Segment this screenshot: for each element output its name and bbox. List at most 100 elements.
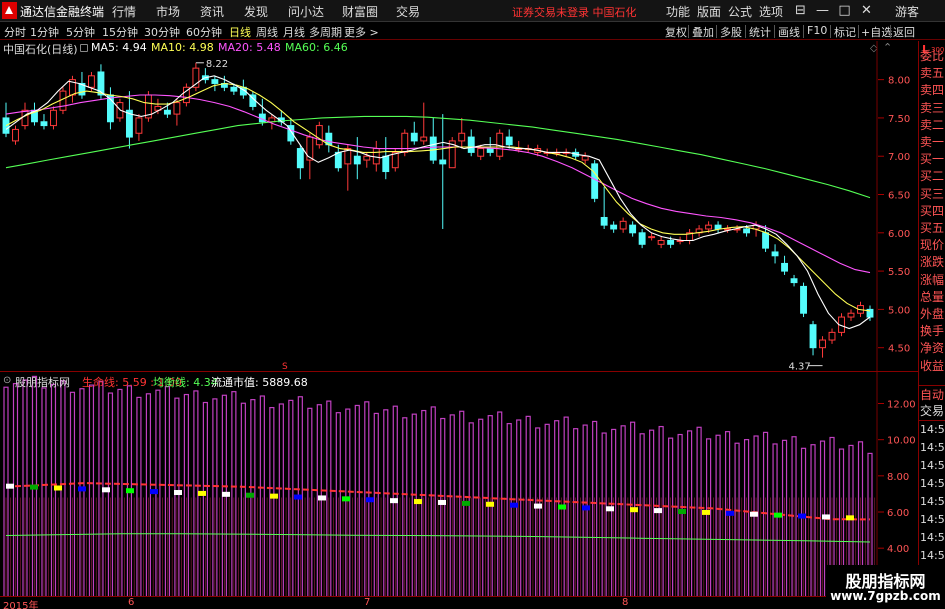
- signal-marker: [654, 508, 662, 514]
- y-tick-label: 7.00: [888, 152, 910, 163]
- candle-body: [638, 232, 646, 245]
- candle-body: [629, 224, 637, 234]
- signal-marker: [318, 495, 326, 501]
- draw-line-button[interactable]: 画线: [778, 24, 800, 40]
- signal-marker: [822, 514, 830, 520]
- signal-marker: [462, 500, 470, 506]
- indicator-toggle-icon[interactable]: ⊙: [3, 375, 11, 386]
- candle-body: [781, 262, 788, 272]
- candle-body: [173, 102, 181, 115]
- period-weekly[interactable]: 周线: [256, 24, 278, 40]
- side-item[interactable]: 买二: [920, 169, 944, 183]
- candle-body: [705, 224, 713, 230]
- side-item[interactable]: 买一: [920, 152, 944, 166]
- candle-body: [800, 285, 807, 314]
- signal-marker: [150, 489, 158, 495]
- signal-marker: [750, 511, 758, 517]
- overlay-button[interactable]: 叠加: [692, 24, 714, 40]
- side-item[interactable]: 买三: [920, 187, 944, 201]
- side-item[interactable]: 卖三: [920, 101, 944, 115]
- auto-trade-box[interactable]: 自动 交易: [919, 385, 945, 421]
- candle-body: [486, 148, 494, 153]
- signal-marker: [174, 490, 182, 496]
- guest-user[interactable]: 游客: [895, 3, 919, 20]
- statistics-button[interactable]: 统计: [749, 24, 771, 40]
- f10-button[interactable]: F10: [807, 24, 827, 37]
- menu-item-formula[interactable]: 公式: [728, 3, 752, 20]
- indicator-chart[interactable]: 12.0010.008.006.004.002.00 ⊙ 股朋指标网 生命线: …: [0, 371, 918, 597]
- trade-time: 14:56: [920, 513, 945, 526]
- menu-item-ask[interactable]: 问小达: [288, 3, 324, 20]
- side-item[interactable]: 现价: [920, 238, 944, 252]
- period-timeshare[interactable]: 分时: [4, 24, 26, 40]
- menu-item-trade[interactable]: 交易: [396, 3, 420, 20]
- close-icon[interactable]: ✕: [858, 2, 875, 19]
- period-monthly[interactable]: 月线: [283, 24, 305, 40]
- side-item[interactable]: 换手: [920, 324, 944, 338]
- minimize-icon[interactable]: —: [814, 2, 831, 19]
- period-5min[interactable]: 5分钟: [66, 24, 95, 40]
- side-item[interactable]: 涨幅: [920, 273, 944, 287]
- period-more[interactable]: 更多 >: [344, 24, 379, 40]
- kline-chart[interactable]: 中国石化(日线) MA5: 4.94 MA10: 4.98 MA20: 5.48…: [0, 41, 918, 371]
- trade-time: 14:56: [920, 459, 945, 472]
- mktcap-legend: 流通市值: 5889.68: [211, 376, 308, 389]
- side-item[interactable]: 净资: [920, 341, 944, 355]
- menu-item-news[interactable]: 资讯: [200, 3, 224, 20]
- y-tick-label: 6.50: [888, 191, 910, 202]
- trade-time: 14:56: [920, 441, 945, 454]
- y-tick-label: 5.00: [888, 305, 910, 316]
- auto-label[interactable]: 自动: [920, 388, 944, 402]
- period-1min[interactable]: 1分钟: [30, 24, 59, 40]
- candle-body: [334, 151, 342, 169]
- back-button[interactable]: 返回: [893, 24, 915, 40]
- menu-item-layout[interactable]: 版面: [697, 3, 721, 20]
- period-daily[interactable]: 日线: [229, 24, 251, 40]
- menu-item-quotes[interactable]: 行情: [112, 3, 136, 20]
- signal-marker: [774, 512, 782, 518]
- y-tick-label: 6.00: [888, 229, 910, 240]
- signal-marker: [630, 507, 638, 513]
- period-60min[interactable]: 60分钟: [186, 24, 222, 40]
- period-15min[interactable]: 15分钟: [102, 24, 138, 40]
- menu-item-market[interactable]: 市场: [156, 3, 180, 20]
- y-tick-label: 8.00: [887, 472, 909, 483]
- side-item[interactable]: 涨跌: [920, 255, 944, 269]
- side-item[interactable]: 卖四: [920, 83, 944, 97]
- period-multi[interactable]: 多周期: [309, 24, 342, 40]
- menu-item-wealth[interactable]: 财富圈: [342, 3, 378, 20]
- menu-item-functions[interactable]: 功能: [666, 3, 690, 20]
- menu-item-options[interactable]: 选项: [759, 3, 783, 20]
- adjust-button[interactable]: 复权: [665, 24, 687, 40]
- candle-body: [771, 251, 779, 257]
- signal-marker: [534, 503, 542, 509]
- side-item[interactable]: 卖二: [920, 118, 944, 132]
- side-item[interactable]: 外盘: [920, 307, 944, 321]
- side-item[interactable]: 卖一: [920, 135, 944, 149]
- side-item[interactable]: 收益: [920, 359, 944, 373]
- candle-body: [211, 79, 219, 84]
- time-label-jul: 7: [364, 597, 371, 608]
- login-status[interactable]: 证券交易未登录 中国石化: [512, 4, 637, 20]
- candle-body: [743, 228, 751, 234]
- side-item[interactable]: 买四: [920, 204, 944, 218]
- quote-side-panel: L 300 委比 卖五 卖四 卖三 卖二 卖一 买一 买二 买三 买四 买五 现价 涨跌 涨幅 总量 外盘 换手…: [918, 41, 945, 609]
- side-item[interactable]: 总量: [920, 290, 944, 304]
- trade-label[interactable]: 交易: [920, 404, 944, 418]
- side-item[interactable]: 买五: [920, 221, 944, 235]
- period-30min[interactable]: 30分钟: [144, 24, 180, 40]
- signal-marker: [726, 510, 734, 516]
- menu-item-discover[interactable]: 发现: [244, 3, 268, 20]
- signal-marker: [438, 499, 446, 505]
- side-item[interactable]: 卖五: [920, 66, 944, 80]
- candle-body: [315, 125, 323, 146]
- candle-body: [477, 148, 485, 157]
- side-item[interactable]: 委比: [920, 49, 944, 63]
- maximize-icon[interactable]: □: [836, 2, 853, 19]
- toolbar-divider: [890, 25, 891, 38]
- multi-stock-button[interactable]: 多股: [720, 24, 742, 40]
- mark-button[interactable]: 标记: [834, 24, 856, 40]
- restore-icon[interactable]: ⊟: [792, 2, 809, 19]
- add-watchlist-button[interactable]: +自选: [861, 24, 892, 40]
- signal-marker: [510, 502, 518, 508]
